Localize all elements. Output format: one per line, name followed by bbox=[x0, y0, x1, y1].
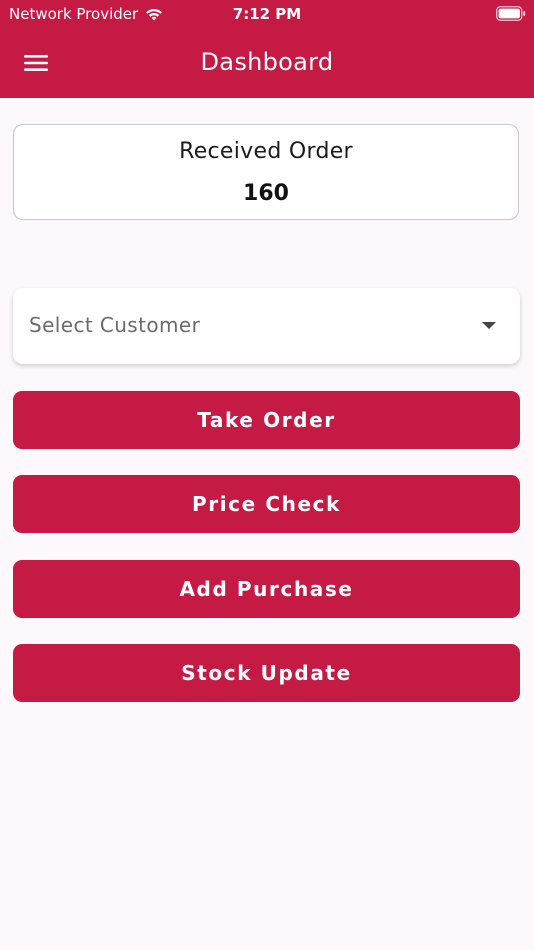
select-customer-dropdown[interactable]: Select Customer bbox=[13, 288, 520, 364]
select-customer-placeholder: Select Customer bbox=[29, 313, 201, 337]
app-header: Network Provider 7:12 PM Dashboard bbox=[0, 0, 534, 98]
received-order-label: Received Order bbox=[179, 139, 353, 164]
dropdown-arrow-icon bbox=[482, 322, 496, 329]
received-order-card: Received Order 160 bbox=[13, 124, 519, 220]
page-title: Dashboard bbox=[200, 48, 334, 76]
app-bar: Dashboard bbox=[0, 28, 534, 98]
add-purchase-button[interactable]: Add Purchase bbox=[13, 560, 520, 618]
take-order-button[interactable]: Take Order bbox=[13, 391, 520, 449]
received-order-count: 160 bbox=[243, 181, 289, 206]
price-check-button[interactable]: Price Check bbox=[13, 475, 520, 533]
stock-update-button[interactable]: Stock Update bbox=[13, 644, 520, 702]
status-time: 7:12 PM bbox=[232, 5, 302, 23]
status-bar: Network Provider 7:12 PM bbox=[0, 0, 534, 28]
battery-icon bbox=[496, 6, 526, 21]
